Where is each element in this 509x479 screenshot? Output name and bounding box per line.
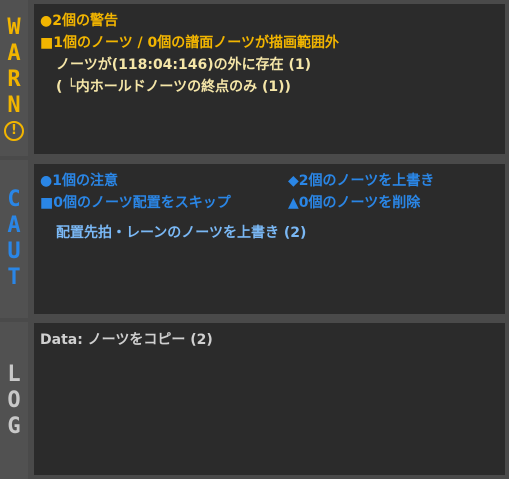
caution-skip-count: ■0個のノーツ配置をスキップ (40, 195, 231, 211)
log-entry: Data: ノーツをコピー (2) (40, 332, 213, 348)
caution-panel[interactable]: ●1個の注意 ■0個のノーツ配置をスキップ ◆2個のノーツを上書き ▲0個のノー… (34, 164, 505, 314)
caut-side-label[interactable]: C A U T (0, 160, 28, 318)
warning-summary: ●2個の警告 (40, 13, 118, 29)
exclamation-circle-icon: ! (4, 121, 24, 141)
log-letter: L (7, 361, 21, 387)
caut-letter: T (7, 265, 21, 290)
log-side-label[interactable]: L O G (0, 322, 28, 479)
warning-detail: ( └内ホールドノーツの終点のみ (1)) (56, 79, 291, 95)
caution-summary: ●1個の注意 (40, 173, 118, 189)
warn-letter: N (7, 93, 21, 118)
warning-detail: ノーツが(118:04:146)の外に存在 (1) (56, 57, 312, 73)
caution-overwrite-count: ◆2個のノーツを上書き (288, 173, 435, 189)
warn-letter: A (7, 41, 21, 66)
log-letter: O (7, 387, 21, 413)
warn-letter: R (7, 67, 21, 92)
caution-delete-count: ▲0個のノーツを削除 (288, 195, 421, 211)
warn-side-label[interactable]: W A R N ! (0, 0, 28, 156)
caut-letter: U (7, 239, 21, 264)
caution-detail: 配置先拍・レーンのノーツを上書き (2) (56, 225, 307, 241)
warning-line: ■1個のノーツ / 0個の譜面ノーツが描画範囲外 (40, 35, 340, 51)
log-panel[interactable]: Data: ノーツをコピー (2) (34, 323, 505, 475)
caut-letter: C (7, 187, 21, 212)
caut-letter: A (7, 213, 21, 238)
warn-letter: W (7, 15, 21, 40)
warning-panel[interactable]: ●2個の警告 ■1個のノーツ / 0個の譜面ノーツが描画範囲外 ノーツが(118… (34, 4, 505, 154)
log-letter: G (7, 413, 21, 439)
